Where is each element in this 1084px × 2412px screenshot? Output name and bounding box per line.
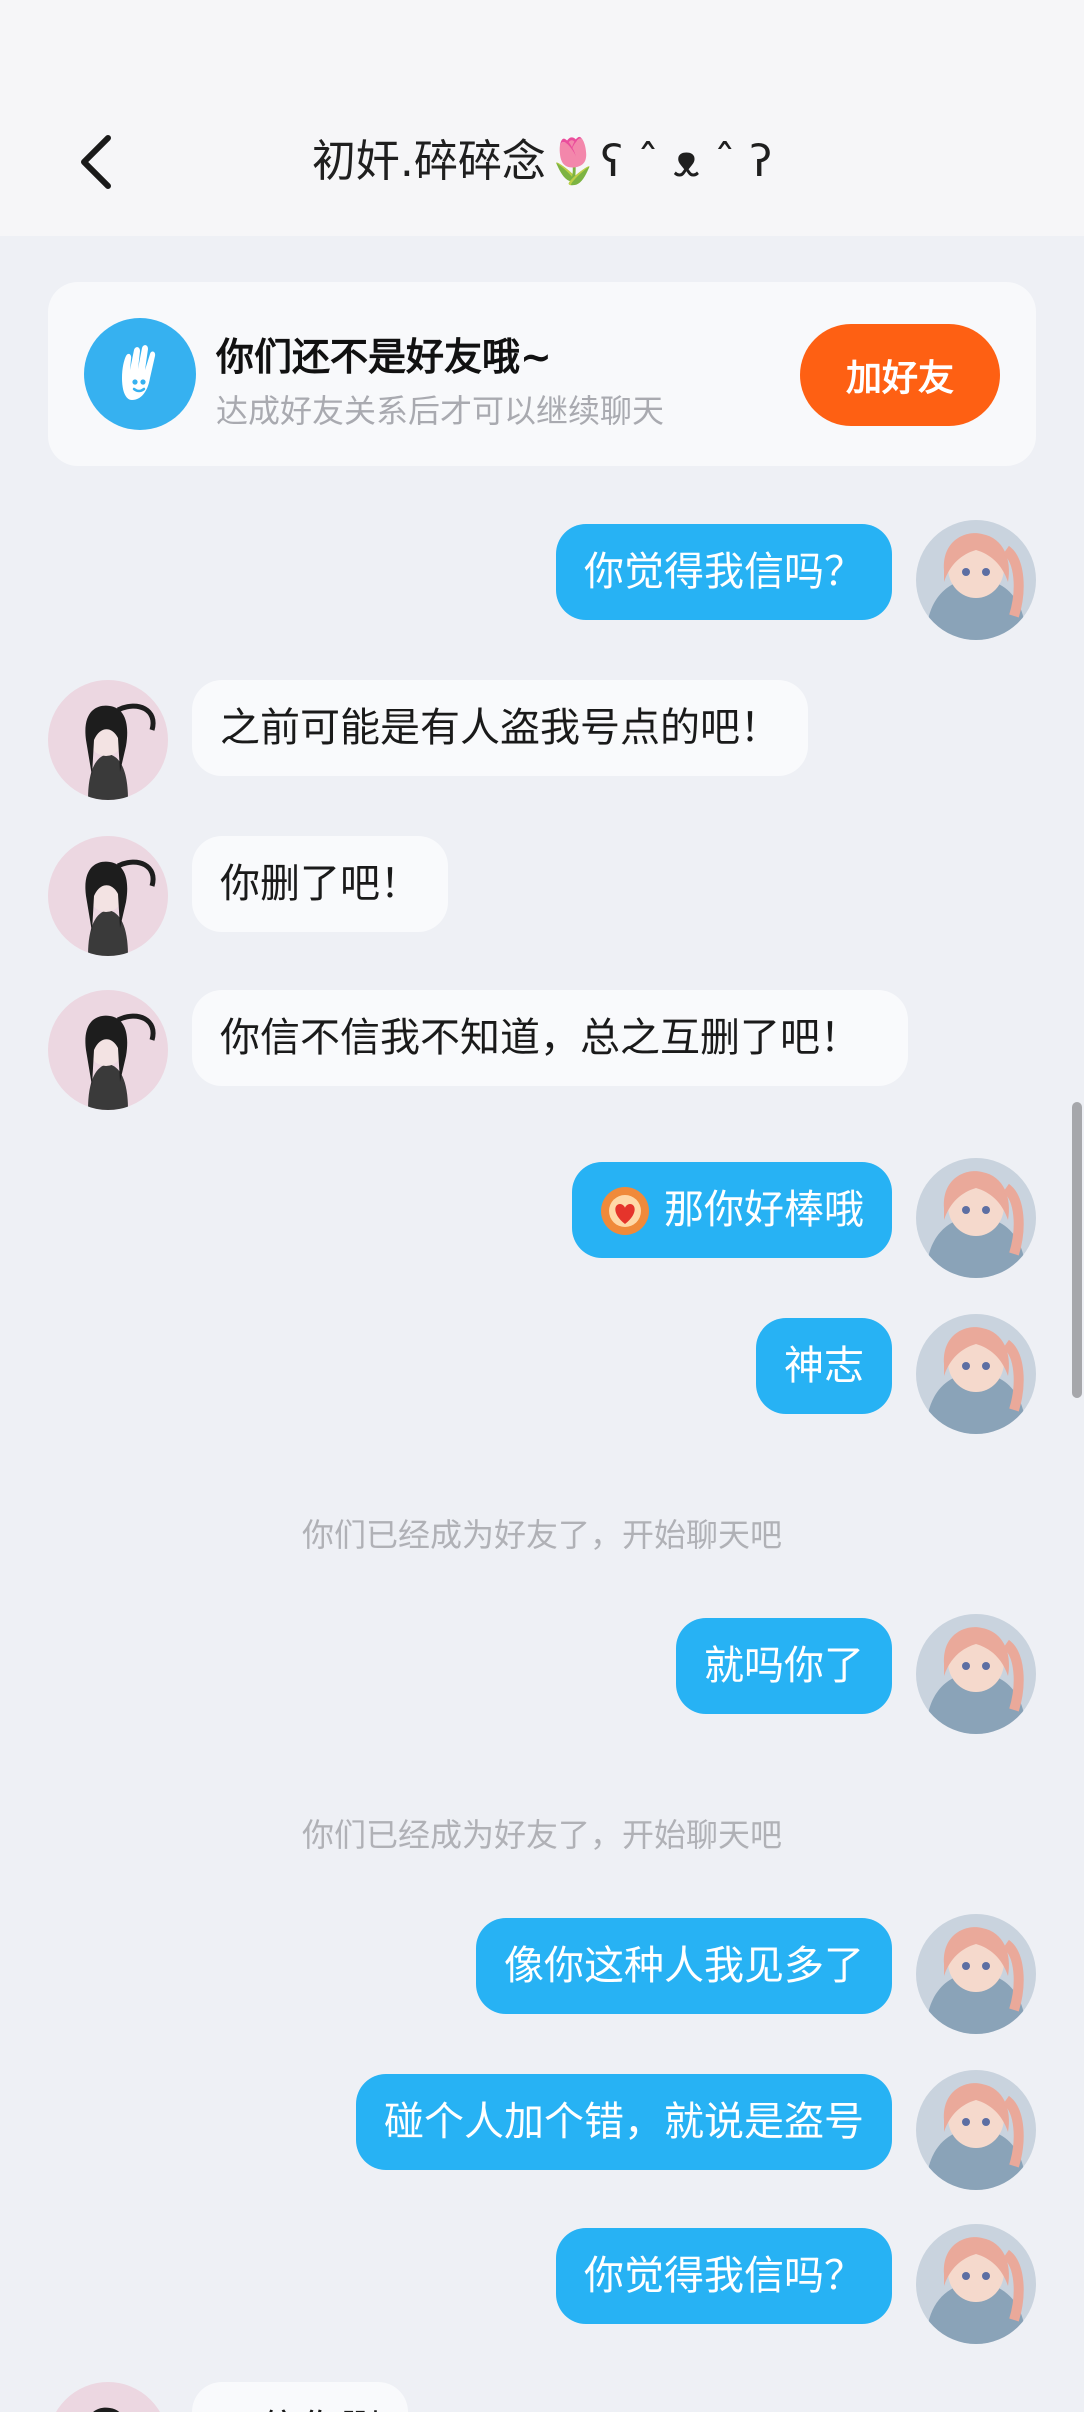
- message-row: 像你这种人我见多了: [0, 1914, 1084, 2048]
- message-row: 你觉得我信吗？: [0, 2224, 1084, 2358]
- message-row: 你觉得我信吗？: [0, 520, 1084, 644]
- contact-avatar[interactable]: [48, 836, 168, 956]
- friend-request-card: 你们还不是好友哦~ 达成好友关系后才可以继续聊天 加好友: [48, 282, 1036, 466]
- message-row: 碰个人加个错，就说是盗号: [0, 2070, 1084, 2204]
- my-avatar[interactable]: [916, 1158, 1036, 1278]
- lion-heart-icon: [598, 1184, 652, 1238]
- message-text: 那你好棒哦: [664, 1187, 864, 1233]
- message-bubble[interactable]: 碰个人加个错，就说是盗号: [356, 2074, 892, 2170]
- message-bubble[interactable]: 你删了吧！: [192, 836, 448, 932]
- chat-title: 初奸.碎碎念🌷ʕ ˆ ᴥ ˆ ʔ: [311, 136, 773, 187]
- message-row: 就吗你了: [0, 1614, 1084, 1748]
- my-avatar[interactable]: [916, 1614, 1036, 1734]
- contact-avatar[interactable]: [48, 990, 168, 1110]
- message-bubble[interactable]: 像你这种人我见多了: [476, 1918, 892, 2014]
- chat-header: 初奸.碎碎念🌷ʕ ˆ ᴥ ˆ ʔ: [0, 0, 1084, 236]
- message-list[interactable]: 你们还不是好友哦~ 达成好友关系后才可以继续聊天 加好友 你觉得我信吗？ 之前可…: [0, 236, 1084, 2412]
- message-bubble[interactable]: 你觉得我信吗？: [556, 2228, 892, 2324]
- system-notice: 你们已经成为好友了，开始聊天吧: [301, 1816, 782, 1854]
- message-row: 之前可能是有人盗我号点的吧！: [0, 680, 1084, 800]
- my-avatar[interactable]: [916, 2070, 1036, 2190]
- message-row: 你信不信我不知道，总之互删了吧！: [0, 990, 1084, 1130]
- message-bubble[interactable]: 之前可能是有人盗我号点的吧！: [192, 680, 808, 776]
- friend-card-title: 你们还不是好友哦~: [216, 335, 552, 379]
- system-notice: 你们已经成为好友了，开始聊天吧: [301, 1516, 782, 1554]
- message-row: 那你好棒哦: [0, 1158, 1084, 1292]
- contact-avatar[interactable]: [48, 2382, 168, 2412]
- add-friend-button[interactable]: 加好友: [800, 324, 1000, 426]
- my-avatar[interactable]: [916, 1914, 1036, 2034]
- message-row: 神志: [0, 1314, 1084, 1448]
- message-row: 不信你删: [0, 2382, 1084, 2412]
- scrollbar[interactable]: [1072, 1102, 1082, 1398]
- message-row: 你删了吧！: [0, 836, 1084, 956]
- message-bubble[interactable]: 你觉得我信吗？: [556, 524, 892, 620]
- message-bubble[interactable]: 那你好棒哦: [572, 1162, 892, 1258]
- my-avatar[interactable]: [916, 520, 1036, 640]
- contact-avatar[interactable]: [48, 680, 168, 800]
- message-bubble[interactable]: 你信不信我不知道，总之互删了吧！: [192, 990, 908, 1086]
- message-bubble[interactable]: 不信你删: [192, 2382, 408, 2412]
- my-avatar[interactable]: [916, 1314, 1036, 1434]
- message-bubble[interactable]: 就吗你了: [676, 1618, 892, 1714]
- message-bubble[interactable]: 神志: [756, 1318, 892, 1414]
- my-avatar[interactable]: [916, 2224, 1036, 2344]
- waving-hand-icon: [84, 318, 196, 430]
- friend-card-subtitle: 达成好友关系后才可以继续聊天: [216, 392, 665, 430]
